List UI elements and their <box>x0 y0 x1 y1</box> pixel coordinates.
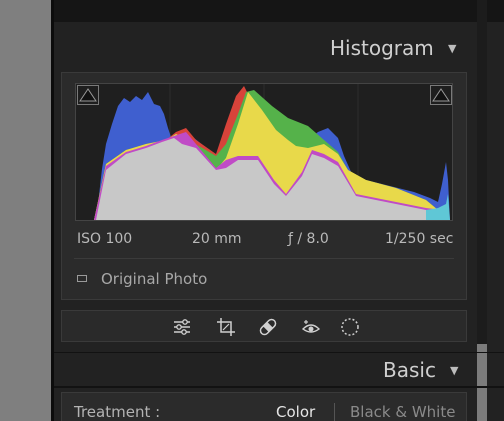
histogram-collapse-icon[interactable]: ▼ <box>448 42 456 55</box>
iso-readout: ISO 100 <box>77 231 133 247</box>
highlight-clipping-button[interactable] <box>430 85 452 105</box>
panel-top-strip <box>54 0 504 22</box>
treatment-bw-option[interactable]: Black & White <box>350 403 455 421</box>
histogram-divider <box>74 258 454 259</box>
focal-length-readout: 20 mm <box>192 231 242 247</box>
section-separator <box>54 352 504 353</box>
masking-icon[interactable] <box>339 316 361 338</box>
shadow-clipping-button[interactable] <box>77 85 99 105</box>
crop-icon[interactable] <box>215 316 237 338</box>
basic-collapse-icon[interactable]: ▼ <box>450 364 458 377</box>
treatment-label: Treatment : <box>74 403 161 421</box>
treatment-color-option[interactable]: Color <box>276 403 315 421</box>
treatment-separator <box>334 403 335 421</box>
scrollbar-thumb[interactable] <box>477 344 487 421</box>
highlight-clipping-icon <box>432 88 450 102</box>
histogram-graph[interactable] <box>75 83 453 221</box>
shutter-speed-readout: 1/250 sec <box>385 231 454 247</box>
original-photo-checkbox[interactable] <box>77 275 87 282</box>
shadow-clipping-icon <box>79 88 97 102</box>
healing-bandage-icon[interactable] <box>257 316 279 338</box>
original-photo-label[interactable]: Original Photo <box>101 270 207 288</box>
image-preview-area[interactable] <box>0 0 51 421</box>
lightroom-develop-panel: Histogram ▼ ISO 100 20 mm ƒ / 8.0 1/250 … <box>0 0 504 421</box>
edit-sliders-icon[interactable] <box>171 316 193 338</box>
basic-header-edge <box>54 386 504 388</box>
histogram-svg <box>94 84 450 220</box>
aperture-readout: ƒ / 8.0 <box>288 231 329 247</box>
red-eye-icon[interactable] <box>300 316 322 338</box>
basic-title[interactable]: Basic <box>383 358 436 382</box>
histogram-title[interactable]: Histogram <box>330 36 434 60</box>
